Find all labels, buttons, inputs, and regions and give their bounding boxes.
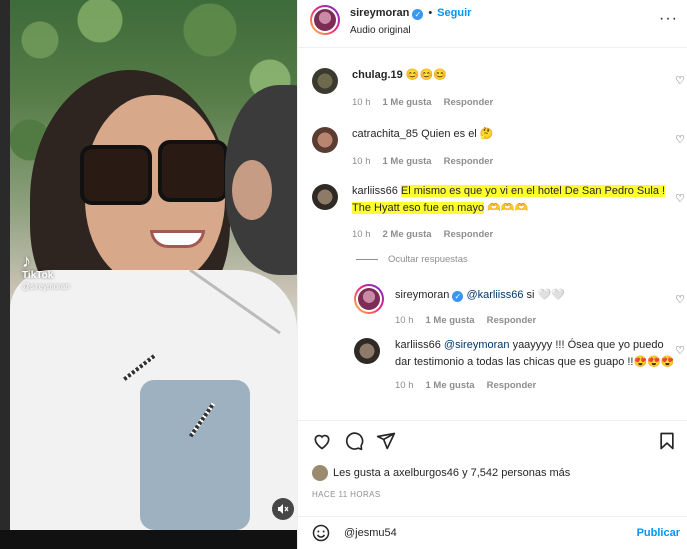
commenter-avatar[interactable] [312,127,338,153]
comment-meta: 10 h 1 Me gusta Responder [352,156,505,167]
comment-username[interactable]: chulag.19 [352,69,403,81]
comment-text: karliiss66 El mismo es que yo vi en el h… [352,183,672,217]
heart-icon[interactable] [312,431,332,455]
reply-body: si 🤍🤍 [526,289,565,301]
hide-replies-label: Ocultar respuestas [388,254,468,265]
post-panel: sireymoran ✓ • Seguir Audio original ··· ch… [297,0,687,549]
speaker-muted-icon[interactable] [272,498,294,520]
comment-likes[interactable]: 2 Me gusta [383,229,432,240]
comment-meta: 10 h 2 Me gusta Responder [352,229,505,240]
reply-avatar[interactable] [354,338,380,364]
likes-suffix[interactable]: y 7,542 personas más [462,467,570,479]
video-frame[interactable]: ♪ TikTok @sireymoran [10,0,297,530]
video-left-strip [0,0,10,549]
comment-time[interactable]: 10 h [352,229,371,240]
commenter-avatar[interactable] [312,68,338,94]
comment-emoji: 🫶🫶🫶 [487,202,529,214]
reply-body-line-1: yaayyyy !!! Ósea que yo puedo [512,339,664,351]
comment-username[interactable]: catrachita_85 [352,128,418,140]
reply-username[interactable]: sireymoran [395,289,449,301]
dot-separator: • [428,7,433,19]
highlighted-comment-line-1: El mismo es que yo vi en el hotel De San… [400,185,666,197]
comment-likes[interactable]: 1 Me gusta [383,156,432,167]
comment-body: Quien es el 🤔 [421,128,494,140]
reply-likes[interactable]: 1 Me gusta [426,380,475,391]
reply-button[interactable]: Responder [487,380,537,391]
post-timestamp[interactable]: HACE 11 HORAS [312,490,381,499]
reply-time[interactable]: 10 h [395,380,414,391]
post-actions: Les gusta a axelburgos46 y 7,542 persona… [298,420,687,549]
reply-button[interactable]: Responder [444,229,494,240]
reply-likes[interactable]: 1 Me gusta [426,315,475,326]
reply-button[interactable]: Responder [444,156,494,167]
reply-button[interactable]: Responder [487,315,537,326]
video-bottom-bar [0,530,297,549]
comment-text: catrachita_85 Quien es el 🤔 [352,126,494,143]
reply-text: sireymoran ✓ @karliiss66 si 🤍🤍 [395,287,565,304]
reply-like-heart-icon[interactable]: ♡ [675,293,685,306]
comment-like-heart-icon[interactable]: ♡ [675,192,685,205]
comment-icon[interactable] [344,431,364,455]
man-ear [232,160,272,220]
phone-in-hand [140,380,250,530]
post-header: sireymoran ✓ • Seguir Audio original ··· [298,0,687,48]
comment-like-heart-icon[interactable]: ♡ [675,74,685,87]
comment-like-heart-icon[interactable]: ♡ [675,133,685,146]
reply-mention[interactable]: @karliiss66 [466,289,523,301]
liker-avatar [312,465,328,481]
audio-label[interactable]: Audio original [350,25,411,36]
comment-username[interactable]: karliiss66 [352,185,398,197]
reply-meta: 10 h 1 Me gusta Responder [395,315,548,326]
verified-badge-icon: ✓ [412,9,424,20]
reply-body-line-2: dar testimonio a todas las chicas que es… [395,356,675,368]
reply-mention[interactable]: @sireymoran [444,339,510,351]
comment-body: 😊😊😊 [405,69,447,81]
reply-avatar[interactable] [354,284,384,314]
more-options-icon[interactable]: ··· [659,10,678,28]
author-username[interactable]: sireymoran [350,7,409,19]
comment-input[interactable]: @jesmu54 [344,527,397,539]
follow-button[interactable]: Seguir [437,7,471,19]
tiktok-logo-icon: ♪ [22,251,31,271]
tiktok-watermark: ♪ TikTok @sireymoran [22,252,70,292]
reply-button[interactable]: Responder [444,97,494,108]
comment-likes[interactable]: 1 Me gusta [383,97,432,108]
highlighted-comment-line-2: The Hyatt eso fue en mayo [352,202,485,214]
tiktok-handle: @sireymoran [22,282,70,291]
reply-meta: 10 h 1 Me gusta Responder [395,380,548,391]
smiley-icon[interactable] [312,524,330,547]
reply-like-heart-icon[interactable]: ♡ [675,344,685,357]
verified-badge-icon: ✓ [452,291,464,302]
reply-username[interactable]: karliiss66 [395,339,441,351]
comment-composer: @jesmu54 Publicar [298,516,687,549]
comment-text: chulag.19 😊😊😊 [352,67,447,84]
author-avatar[interactable] [310,5,340,35]
sunglasses-right-lens [158,140,228,202]
comment-time[interactable]: 10 h [352,97,371,108]
replies-divider-line [356,258,378,260]
reply-text: karliiss66 @sireymoran yaayyyy !!! Ósea … [395,337,675,371]
commenter-avatar[interactable] [312,184,338,210]
sunglasses-left-lens [80,145,152,205]
tiktok-brand: TikTok [22,270,54,281]
author-line: sireymoran ✓ • Seguir [350,7,471,20]
likes-summary[interactable]: Les gusta a axelburgos46 y 7,542 persona… [312,465,570,481]
likes-prefix: Les gusta a [333,467,390,479]
video-player[interactable]: ♪ TikTok @sireymoran [0,0,297,549]
comment-time[interactable]: 10 h [352,156,371,167]
hide-replies-toggle[interactable]: Ocultar respuestas [356,254,468,265]
liker-username[interactable]: axelburgos46 [393,467,459,479]
publish-button[interactable]: Publicar [637,527,680,539]
bookmark-icon[interactable] [658,431,676,455]
reply-time[interactable]: 10 h [395,315,414,326]
comment-meta: 10 h 1 Me gusta Responder [352,97,505,108]
send-icon[interactable] [376,431,396,455]
